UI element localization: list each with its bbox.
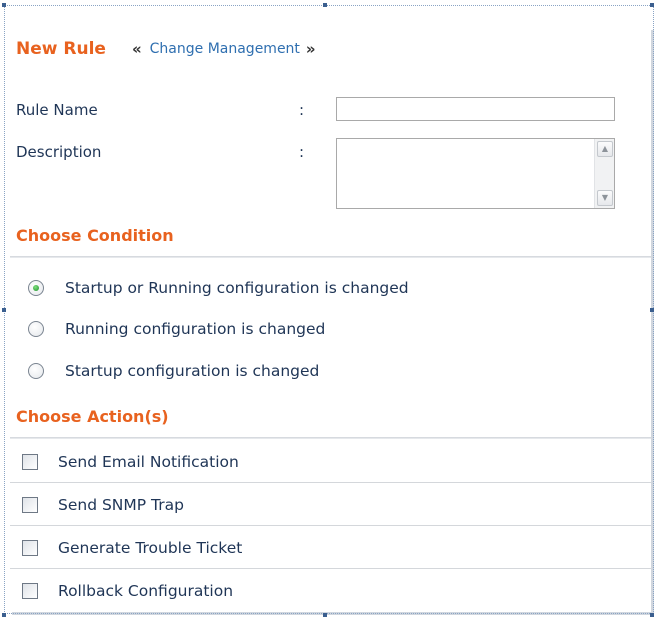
resize-handle-left[interactable] <box>2 308 6 312</box>
resize-handle-bottom-right[interactable] <box>650 613 654 617</box>
radio-selected-icon[interactable] <box>28 280 44 296</box>
action-rollback-configuration[interactable]: Rollback Configuration <box>22 580 233 602</box>
action-row-divider <box>10 482 651 483</box>
condition-option-label: Startup configuration is changed <box>65 362 320 380</box>
breadcrumb-link-change-management[interactable]: Change Management <box>150 41 300 57</box>
resize-handle-top[interactable] <box>323 3 327 7</box>
scroll-up-arrow-icon[interactable]: ▲ <box>597 141 613 157</box>
action-row-divider <box>10 525 651 526</box>
scroll-down-arrow-icon[interactable]: ▼ <box>597 190 613 206</box>
resize-handle-bottom-left[interactable] <box>2 613 6 617</box>
actions-divider <box>10 437 651 439</box>
breadcrumb: « Change Management » <box>132 40 316 58</box>
action-send-snmp-trap[interactable]: Send SNMP Trap <box>22 494 184 516</box>
condition-option-startup-or-running[interactable]: Startup or Running configuration is chan… <box>28 277 409 299</box>
action-option-label: Generate Trouble Ticket <box>58 539 243 557</box>
resize-handle-top-left[interactable] <box>2 3 6 7</box>
action-row-divider <box>10 568 651 569</box>
choose-condition-heading: Choose Condition <box>16 226 174 245</box>
radio-unselected-icon[interactable] <box>28 363 44 379</box>
description-colon: : <box>299 143 305 161</box>
description-scrollbar[interactable]: ▲ ▼ <box>594 139 614 208</box>
checkbox-icon[interactable] <box>22 583 38 599</box>
resize-handle-right[interactable] <box>650 308 654 312</box>
condition-option-label: Startup or Running configuration is chan… <box>65 279 409 297</box>
action-generate-trouble-ticket[interactable]: Generate Trouble Ticket <box>22 537 242 559</box>
action-option-label: Rollback Configuration <box>58 582 234 600</box>
action-send-email-notification[interactable]: Send Email Notification <box>22 451 239 473</box>
checkbox-icon[interactable] <box>22 497 38 513</box>
rule-name-label: Rule Name <box>16 101 98 119</box>
condition-option-running[interactable]: Running configuration is changed <box>28 318 325 340</box>
page-title: New Rule <box>16 39 106 59</box>
description-textarea[interactable] <box>337 139 593 208</box>
action-option-label: Send Email Notification <box>58 453 239 471</box>
rule-name-colon: : <box>299 101 305 119</box>
description-label: Description <box>16 143 102 161</box>
header: New Rule « Change Management » <box>16 36 316 62</box>
condition-divider <box>10 256 651 258</box>
action-option-label: Send SNMP Trap <box>58 496 184 514</box>
resize-handle-bottom[interactable] <box>323 613 327 617</box>
checkbox-icon[interactable] <box>22 454 38 470</box>
resize-handle-top-right[interactable] <box>650 3 654 7</box>
choose-actions-heading: Choose Action(s) <box>16 407 169 426</box>
radio-unselected-icon[interactable] <box>28 321 44 337</box>
breadcrumb-left-chevron-icon: « <box>131 40 142 58</box>
condition-option-label: Running configuration is changed <box>65 320 326 338</box>
condition-option-startup[interactable]: Startup configuration is changed <box>28 360 319 382</box>
breadcrumb-right-chevron-icon: » <box>305 40 316 58</box>
checkbox-icon[interactable] <box>22 540 38 556</box>
description-field: ▲ ▼ <box>336 138 615 209</box>
rule-name-input[interactable] <box>336 97 615 121</box>
